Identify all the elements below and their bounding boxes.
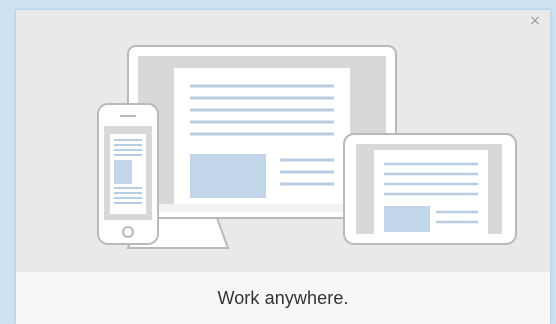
phone-image-block <box>114 160 132 184</box>
smartphone-icon <box>97 103 159 245</box>
devices-illustration-icon <box>16 10 550 272</box>
close-icon[interactable]: × <box>528 13 542 29</box>
dialog-caption: Work anywhere. <box>217 287 349 308</box>
monitor-image-block <box>190 154 266 198</box>
caption-bar: Work anywhere. <box>16 272 550 324</box>
tablet-icon <box>343 133 517 245</box>
tablet-image-block <box>384 206 430 232</box>
screen: × Work anywhere. <box>0 0 556 324</box>
devices-illustration-svg <box>97 45 517 249</box>
phone-home-button <box>122 226 134 238</box>
onboarding-dialog: × Work anywhere. <box>16 10 550 324</box>
